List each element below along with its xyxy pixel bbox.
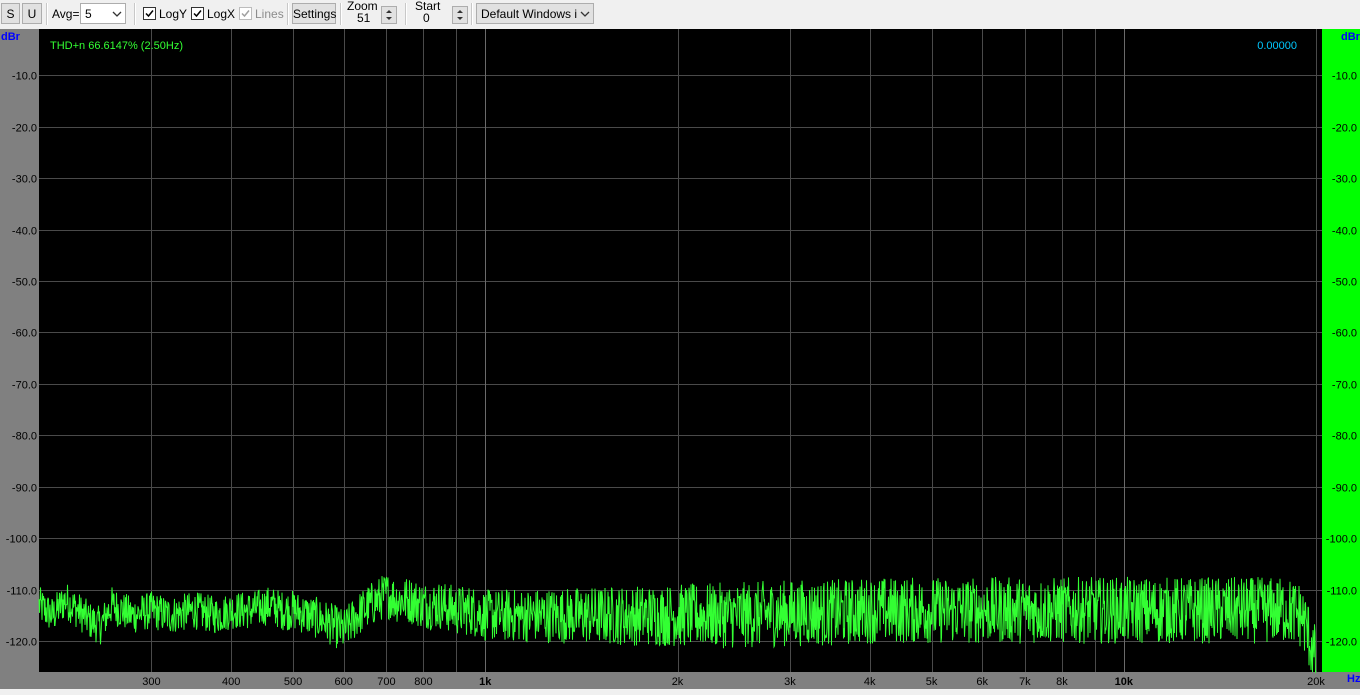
y-tick-label: -30.0 bbox=[12, 174, 37, 186]
x-tick-label: 4k bbox=[864, 676, 876, 688]
x-tick-label: 400 bbox=[222, 676, 240, 688]
y-tick-label: -100.0 bbox=[6, 534, 37, 546]
x-tick-label: 600 bbox=[334, 676, 352, 688]
x-axis-ticks: 300 400 500 600 700 800 1k 2k 3k 4k 5k 6k 7k 8k 10k 20k bbox=[142, 676, 1325, 688]
y-tick-label-right: -50.0 bbox=[1332, 277, 1357, 289]
x-tick-label: 300 bbox=[142, 676, 160, 688]
x-tick-label: 700 bbox=[377, 676, 395, 688]
y-tick-label-right: -40.0 bbox=[1332, 226, 1357, 238]
x-tick-label: 8k bbox=[1056, 676, 1068, 688]
y-tick-label: -40.0 bbox=[12, 226, 37, 238]
x-tick-label: 7k bbox=[1019, 676, 1031, 688]
y-tick-label: -50.0 bbox=[12, 277, 37, 289]
y-tick-label-right: -110.0 bbox=[1327, 586, 1357, 598]
y-tick-label: -10.0 bbox=[12, 71, 37, 83]
y-tick-label: -120.0 bbox=[6, 637, 37, 649]
y-tick-label-right: -80.0 bbox=[1332, 431, 1357, 443]
y-tick-label-right: -20.0 bbox=[1332, 123, 1357, 135]
x-tick-label: 5k bbox=[926, 676, 938, 688]
y-tick-label-right: -10.0 bbox=[1332, 71, 1357, 83]
y-tick-label-right: -30.0 bbox=[1332, 174, 1357, 186]
y-tick-label: -60.0 bbox=[12, 328, 37, 340]
y-tick-label: -70.0 bbox=[12, 380, 37, 392]
x-tick-label: 20k bbox=[1307, 676, 1325, 688]
y-tick-label: -90.0 bbox=[12, 483, 37, 495]
x-tick-label: 10k bbox=[1115, 676, 1134, 688]
y-tick-label-right: -90.0 bbox=[1332, 483, 1357, 495]
x-tick-label: 500 bbox=[284, 676, 302, 688]
y-tick-label-right: -60.0 bbox=[1332, 328, 1357, 340]
thd-readout: THD+n 66.6147% (2.50Hz) bbox=[50, 40, 183, 52]
y-tick-label: -110.0 bbox=[7, 586, 37, 598]
y-tick-label-right: -100.0 bbox=[1326, 534, 1357, 546]
y-tick-label: -80.0 bbox=[12, 431, 37, 443]
x-tick-label: 1k bbox=[479, 676, 492, 688]
x-tick-label: 3k bbox=[784, 676, 796, 688]
y-tick-label: -20.0 bbox=[12, 123, 37, 135]
x-tick-label: 2k bbox=[672, 676, 684, 688]
x-tick-label: 6k bbox=[976, 676, 988, 688]
x-tick-label: 800 bbox=[414, 676, 432, 688]
cursor-readout: 0.00000 bbox=[1257, 40, 1297, 52]
y-tick-label-right: -70.0 bbox=[1332, 380, 1357, 392]
spectrum-plot[interactable]: -10.0 -10.0 -20.0 -20.0 -30.0 -30.0 -40.0 -40.0… bbox=[0, 0, 1360, 695]
y-tick-label-right: -120.0 bbox=[1326, 637, 1357, 649]
